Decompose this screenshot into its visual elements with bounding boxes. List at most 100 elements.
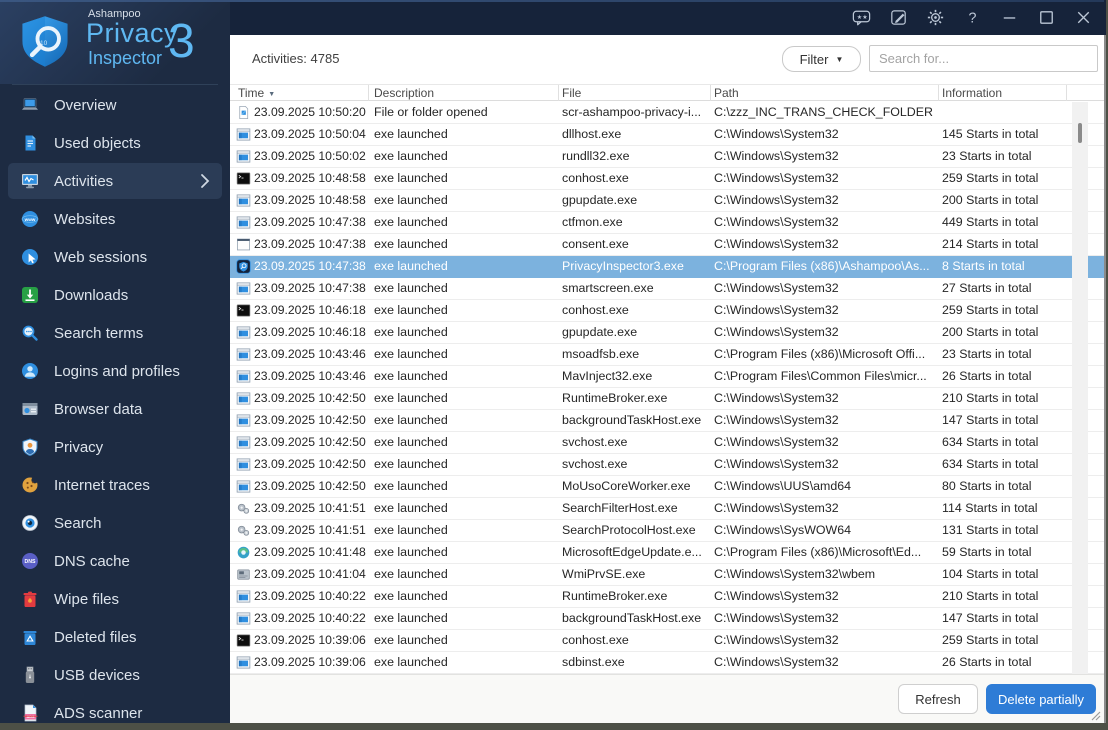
sidebar-item-used-objects[interactable]: Used objects [8,125,222,161]
table-row[interactable]: 23.09.2025 10:50:20 File or folder opened… [230,102,1104,124]
table-row[interactable]: 23.09.2025 10:41:04 exe launched WmiPrvSE.… [230,564,1104,586]
cell-time: 23.09.2025 10:50:02 [254,149,366,163]
column-header-description[interactable]: Description [374,86,434,101]
sidebar-item-websites[interactable]: www Websites [8,201,222,237]
sidebar-item-dns-cache[interactable]: DNS DNS cache [8,543,222,579]
table-row[interactable]: 23.09.2025 10:42:50 exe launched RuntimeBr… [230,388,1104,410]
settings-button[interactable] [920,5,950,31]
table-row[interactable]: 23.09.2025 10:40:22 exe launched backgroun… [230,608,1104,630]
cell-time: 23.09.2025 10:47:38 [254,237,366,251]
cell-time: 23.09.2025 10:46:18 [254,325,366,339]
table-row[interactable]: 23.09.2025 10:42:50 exe launched svchost.e… [230,454,1104,476]
minimize-icon [999,7,1020,28]
column-header-file[interactable]: File [562,86,581,101]
table-row[interactable]: 23.09.2025 10:43:46 exe launched MavInject… [230,366,1104,388]
cell-description: exe launched [374,589,448,603]
table-row[interactable]: 23.09.2025 10:48:58 exe launched gpupdate.… [230,190,1104,212]
table-row[interactable]: 23.09.2025 10:42:50 exe launched MoUsoCore… [230,476,1104,498]
sidebar-item-label: DNS cache [54,552,130,570]
table-row[interactable]: 23.09.2025 10:40:22 exe launched RuntimeBr… [230,586,1104,608]
sidebar-item-overview[interactable]: Overview [8,87,222,123]
svg-text:★★: ★★ [856,14,867,21]
sidebar-item-web-sessions[interactable]: Web sessions [8,239,222,275]
cell-time: 23.09.2025 10:47:38 [254,215,366,229]
minimize-button[interactable] [994,5,1024,31]
table-row[interactable]: 23.09.2025 10:47:38 exe launched PrivacyIn… [230,256,1104,278]
table-row[interactable]: 23.09.2025 10:39:06 exe launched conhost.e… [230,630,1104,652]
search-input[interactable] [869,45,1098,72]
table-row[interactable]: 23.09.2025 10:47:38 exe launched ctfmon.ex… [230,212,1104,234]
logo-divider [12,84,218,85]
table-row[interactable]: 23.09.2025 10:39:06 exe launched sdbinst.e… [230,652,1104,674]
app-window-icon [236,611,252,627]
cell-information: 26 Starts in total [942,369,1032,383]
table-row[interactable]: 23.09.2025 10:43:46 exe launched msoadfsb.… [230,344,1104,366]
cell-description: exe launched [374,523,448,537]
sidebar-item-logins-and-profiles[interactable]: Logins and profiles [8,353,222,389]
table-row[interactable]: 23.09.2025 10:50:02 exe launched rundll32.… [230,146,1104,168]
sidebar-item-label: Downloads [54,286,129,304]
column-header-information[interactable]: Information [942,86,1002,101]
scrollbar-thumb[interactable] [1078,123,1082,143]
help-button[interactable]: ? [957,5,987,31]
table-row[interactable]: 23.09.2025 10:41:51 exe launched SearchFil… [230,498,1104,520]
table-row[interactable]: 23.09.2025 10:50:04 exe launched dllhost.e… [230,124,1104,146]
cell-time: 23.09.2025 10:48:58 [254,193,366,207]
sidebar-item-ads-scanner[interactable]: ADS ADS scanner [8,695,222,730]
column-header-time[interactable]: Time ▼ [238,86,275,102]
wmi-icon [236,567,252,583]
sidebar-item-deleted-files[interactable]: Deleted files [8,619,222,655]
table-row[interactable]: 23.09.2025 10:41:48 exe launched Microsoft… [230,542,1104,564]
globe-www-icon: www [20,209,40,229]
cell-information: 259 Starts in total [942,303,1039,317]
sidebar-item-search-terms[interactable]: Search terms [8,315,222,351]
maximize-button[interactable] [1031,5,1061,31]
footer-bar: Refresh Delete partially [230,674,1104,723]
cell-description: exe launched [374,479,448,493]
table-row[interactable]: 23.09.2025 10:46:18 exe launched gpupdate.… [230,322,1104,344]
wipe-trash-icon [20,589,40,609]
cell-information: 27 Starts in total [942,281,1032,295]
shield-user-icon [20,437,40,457]
table-row[interactable]: 23.09.2025 10:42:50 exe launched svchost.e… [230,432,1104,454]
table-row[interactable]: 23.09.2025 10:41:51 exe launched SearchPro… [230,520,1104,542]
table-row[interactable]: 23.09.2025 10:48:58 exe launched conhost.e… [230,168,1104,190]
feedback-button[interactable]: ★★ [846,5,876,31]
edge-update-icon [236,545,252,561]
cell-path: C:\Windows\System32 [714,413,839,427]
close-button[interactable] [1068,5,1098,31]
logo-version: 3 [168,15,195,68]
notes-button[interactable] [883,5,913,31]
sidebar-item-usb-devices[interactable]: USB devices [8,657,222,693]
refresh-button[interactable]: Refresh [898,684,978,714]
column-divider [710,85,711,101]
column-divider [938,85,939,101]
sidebar-item-activities[interactable]: Activities [8,163,222,199]
cell-information: 131 Starts in total [942,523,1039,537]
sidebar-item-internet-traces[interactable]: Internet traces [8,467,222,503]
sidebar-item-privacy[interactable]: Privacy [8,429,222,465]
column-header-path[interactable]: Path [714,86,739,101]
vertical-scrollbar[interactable] [1072,102,1088,674]
sidebar-item-downloads[interactable]: Downloads [8,277,222,313]
sidebar-item-search[interactable]: Search [8,505,222,541]
cell-file: scr-ashampoo-privacy-i... [562,105,702,119]
table-row[interactable]: 23.09.2025 10:47:38 exe launched smartscre… [230,278,1104,300]
delete-partially-button[interactable]: Delete partially [986,684,1096,714]
sidebar-item-browser-data[interactable]: Browser data [8,391,222,427]
sidebar-item-label: Search terms [54,324,144,342]
titlebar: ★★? [230,0,1106,35]
table-row[interactable]: 23.09.2025 10:42:50 exe launched backgroun… [230,410,1104,432]
filter-button[interactable]: Filter ▼ [782,46,861,72]
table-row[interactable]: 23.09.2025 10:46:18 exe launched conhost.e… [230,300,1104,322]
cell-file: SearchFilterHost.exe [562,501,678,515]
privacy-inspector-icon [236,259,252,275]
cell-file: rundll32.exe [562,149,630,163]
table-row[interactable]: 23.09.2025 10:47:38 exe launched consent.e… [230,234,1104,256]
cell-path: C:\Program Files (x86)\Microsoft\Ed... [714,545,922,559]
cell-description: exe launched [374,303,448,317]
cell-description: exe launched [374,567,448,581]
resize-grip[interactable] [1089,708,1101,721]
sidebar-item-wipe-files[interactable]: Wipe files [8,581,222,617]
content-header: Activities: 4785 Filter ▼ [230,35,1104,84]
